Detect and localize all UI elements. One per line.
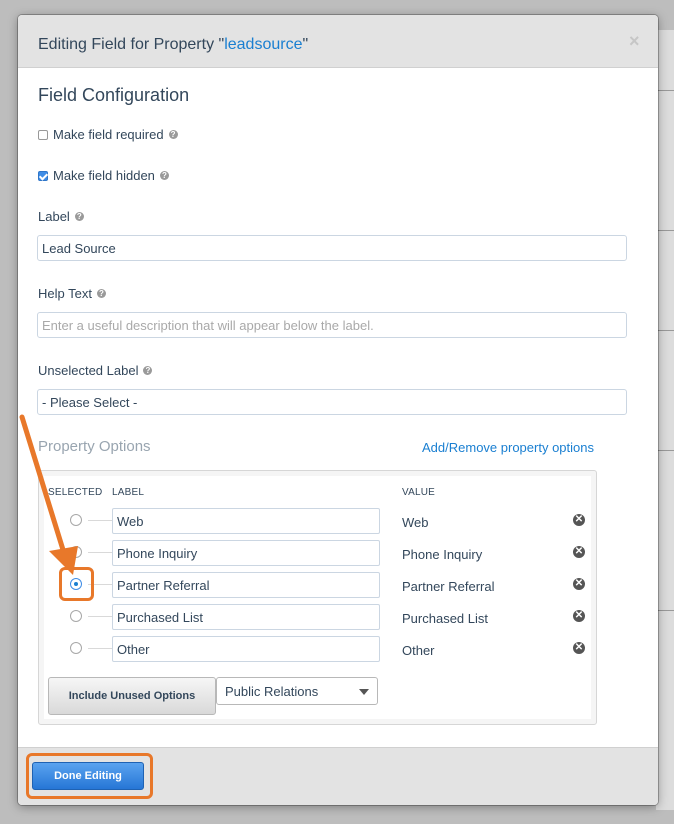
background-divider bbox=[656, 90, 674, 91]
background-page-strip bbox=[656, 30, 674, 810]
background-divider bbox=[656, 450, 674, 451]
background-divider bbox=[656, 230, 674, 231]
annotation-arrow-icon bbox=[19, 414, 78, 575]
background-divider bbox=[656, 610, 674, 611]
background-divider bbox=[656, 330, 674, 331]
edit-field-modal: Editing Field for Property "leadsource" … bbox=[18, 15, 658, 805]
